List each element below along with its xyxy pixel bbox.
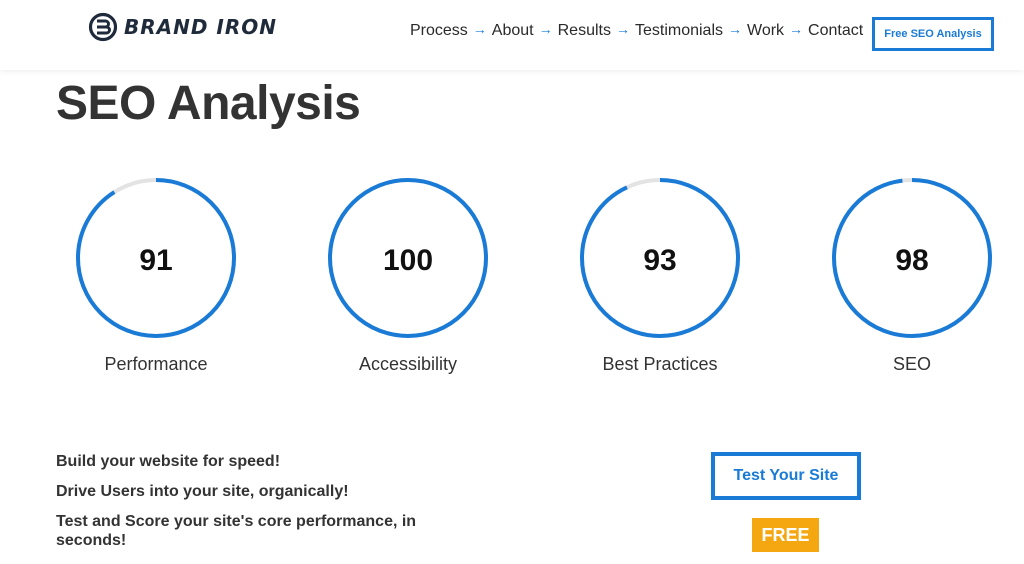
- gauge-label: SEO: [892, 354, 931, 374]
- brand-logo-icon: [88, 12, 118, 42]
- arrow-right-icon: →: [789, 21, 804, 37]
- free-badge: FREE: [752, 518, 819, 552]
- brand-logo[interactable]: BRAND IRON: [88, 12, 277, 42]
- score-value: 100: [383, 244, 433, 277]
- score-ring: 98: [832, 178, 992, 338]
- test-your-site-button[interactable]: Test Your Site: [711, 452, 861, 500]
- nav-item-work[interactable]: Work: [747, 22, 784, 40]
- main-nav: Process → About → Results → Testimonials…: [410, 21, 863, 40]
- score-ring: 91: [76, 178, 236, 338]
- feature-item: Drive Users into your site, organically!: [56, 483, 349, 500]
- arrow-right-icon: →: [538, 21, 553, 37]
- arrow-right-icon: →: [472, 21, 487, 37]
- nav-item-process[interactable]: Process: [410, 22, 468, 40]
- nav-item-testimonials[interactable]: Testimonials: [635, 22, 723, 40]
- site-header: BRAND IRON Process → About → Results → T…: [0, 0, 1024, 70]
- free-seo-analysis-button[interactable]: Free SEO Analysis: [872, 17, 994, 51]
- arrow-right-icon: →: [728, 21, 742, 37]
- score-ring: 93: [580, 178, 740, 338]
- gauge-seo: 98 SEO: [830, 176, 994, 375]
- feature-list: Build your website for speed! Drive User…: [56, 452, 476, 561]
- gauge-label: Performance: [104, 354, 208, 374]
- score-value: 98: [895, 244, 928, 277]
- score-value: 93: [643, 244, 676, 277]
- nav-item-about[interactable]: About: [492, 22, 534, 40]
- feature-item: Build your website for speed!: [56, 453, 281, 470]
- score-ring: 100: [328, 178, 488, 338]
- arrow-right-icon: →: [615, 21, 630, 37]
- brand-name: BRAND IRON: [124, 15, 278, 39]
- gauge-label: Best Practices: [602, 354, 718, 374]
- nav-item-contact[interactable]: Contact: [808, 22, 863, 40]
- feature-item: Test and Score your site's core performa…: [56, 513, 417, 549]
- score-value: 91: [139, 244, 172, 277]
- gauge-accessibility: 100 Accessibility: [326, 176, 490, 375]
- gauge-best-practices: 93 Best Practices: [578, 176, 742, 375]
- nav-item-results[interactable]: Results: [558, 22, 611, 40]
- gauge-label: Accessibility: [358, 354, 458, 374]
- gauge-performance: 91 Performance: [74, 176, 238, 375]
- page-title: SEO Analysis: [56, 77, 361, 130]
